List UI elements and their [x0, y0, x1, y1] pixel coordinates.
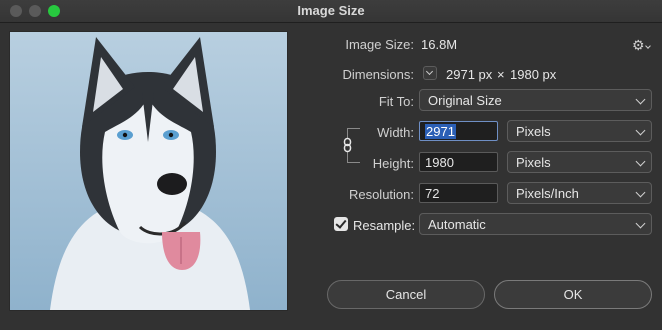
- width-label: Width:: [377, 125, 414, 140]
- height-unit-value: Pixels: [516, 155, 551, 170]
- image-size-value: 16.8M: [421, 37, 458, 52]
- height-value: 1980: [425, 155, 454, 170]
- dimensions-height-value: 1980 px: [510, 67, 557, 82]
- chevron-down-icon: [635, 156, 646, 167]
- height-label: Height:: [372, 156, 414, 171]
- resample-checkbox[interactable]: [334, 217, 348, 231]
- fit-to-select[interactable]: Original Size: [419, 89, 652, 111]
- resolution-unit-select[interactable]: Pixels/Inch: [507, 182, 652, 204]
- gear-dropdown-caret-icon[interactable]: [645, 43, 651, 49]
- image-size-label: Image Size:: [345, 37, 414, 52]
- titlebar: Image Size: [0, 0, 662, 23]
- ok-button[interactable]: OK: [494, 280, 652, 309]
- fit-to-value: Original Size: [428, 93, 502, 108]
- resample-label: Resample:: [353, 218, 416, 233]
- link-icon[interactable]: [341, 137, 355, 153]
- image-preview[interactable]: [9, 31, 288, 311]
- resample-value: Automatic: [428, 217, 486, 232]
- chevron-down-icon: [635, 218, 646, 229]
- husky-preview-image: [10, 32, 287, 310]
- check-icon: [335, 217, 347, 229]
- resolution-unit-value: Pixels/Inch: [516, 186, 579, 201]
- chevron-down-icon: [635, 125, 646, 136]
- fit-to-label: Fit To:: [378, 94, 414, 109]
- gear-icon[interactable]: ⚙: [632, 37, 645, 54]
- chevron-down-icon: [425, 67, 434, 76]
- dimensions-times-sign: ×: [497, 67, 505, 82]
- chevron-down-icon: [635, 187, 646, 198]
- dimensions-label: Dimensions:: [342, 67, 414, 82]
- resolution-input[interactable]: 72: [419, 183, 498, 203]
- width-unit-value: Pixels: [516, 124, 551, 139]
- resample-select[interactable]: Automatic: [419, 213, 652, 235]
- cancel-button[interactable]: Cancel: [327, 280, 485, 309]
- height-input[interactable]: 1980: [419, 152, 498, 172]
- dimensions-units-dropdown[interactable]: [423, 66, 437, 80]
- width-input[interactable]: 2971: [419, 121, 498, 141]
- dimensions-width-value: 2971 px: [446, 67, 493, 82]
- width-unit-select[interactable]: Pixels: [507, 120, 652, 142]
- window-title: Image Size: [297, 3, 365, 18]
- resolution-value: 72: [425, 186, 440, 201]
- image-size-dialog: Image Size Image Size: 16.8M ⚙ Dimension…: [0, 0, 662, 330]
- width-value: 2971: [425, 124, 456, 139]
- resolution-label: Resolution:: [348, 187, 414, 202]
- chevron-down-icon: [635, 94, 646, 105]
- height-unit-select[interactable]: Pixels: [507, 151, 652, 173]
